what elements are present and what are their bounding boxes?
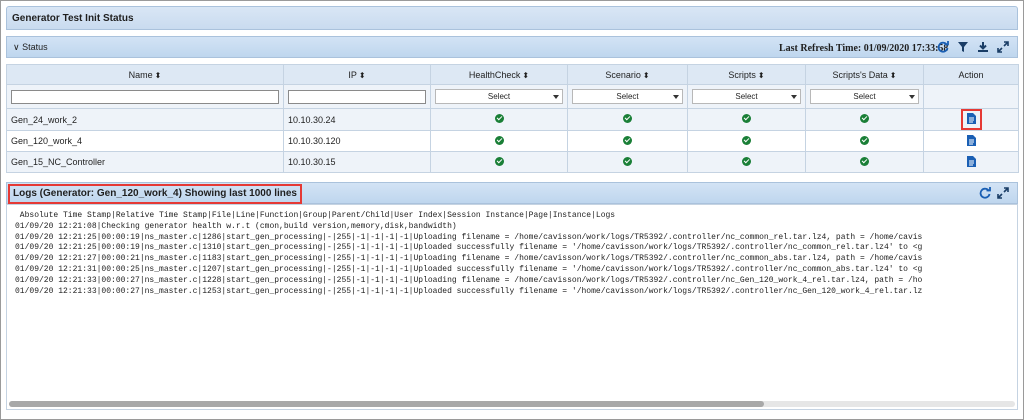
name-cell: Gen_15_NC_Controller	[6, 151, 284, 173]
name-filter-input[interactable]	[11, 89, 279, 104]
ip-cell: 10.10.30.15	[283, 151, 431, 173]
expand-icon[interactable]	[997, 187, 1009, 199]
status-toggle[interactable]: ∨ Status	[13, 42, 48, 53]
ip-cell: 10.10.30.120	[283, 130, 431, 152]
log-line: Absolute Time Stamp|Relative Time Stamp|…	[19, 211, 616, 220]
name-cell: Gen_24_work_2	[6, 108, 284, 131]
sort-icon: ⬍	[154, 70, 162, 80]
log-line: 01/09/20 12:21:33|00:00:27|ns_master.c|1…	[15, 286, 923, 296]
name-cell: Gen_120_work_4	[6, 130, 284, 152]
table-row[interactable]: Gen_120_work_4 10.10.30.120	[6, 130, 1019, 152]
status-panel-header[interactable]: ∨ Status Last Refresh Time: 01/09/2020 1…	[6, 36, 1018, 58]
check-circle-icon	[623, 114, 632, 123]
log-line: 01/09/20 12:21:25|00:00:19|ns_master.c|1…	[15, 232, 923, 242]
check-circle-icon	[742, 114, 751, 123]
col-header-scripts[interactable]: Scripts ⬍	[687, 64, 806, 85]
horizontal-scrollbar[interactable]	[9, 401, 1015, 407]
check-circle-icon	[860, 114, 869, 123]
col-header-scripts-data[interactable]: Scripts's Data ⬍	[805, 64, 924, 85]
sort-icon: ⬍	[522, 70, 530, 80]
log-line: 01/09/20 12:21:31|00:00:25|ns_master.c|1…	[15, 264, 923, 274]
document-icon	[966, 134, 976, 146]
col-header-action: Action	[923, 64, 1019, 85]
log-line: 01/09/20 12:21:27|00:00:21|ns_master.c|1…	[15, 254, 923, 264]
scripts-filter-select[interactable]: Select	[692, 89, 801, 104]
sort-icon: ⬍	[757, 70, 765, 80]
caret-down-icon	[673, 95, 679, 99]
check-circle-icon	[623, 156, 632, 166]
refresh-icon[interactable]	[979, 187, 991, 199]
logs-content[interactable]: Absolute Time Stamp|Relative Time Stamp|…	[6, 204, 1018, 410]
refresh-icon[interactable]	[937, 41, 949, 53]
download-icon[interactable]	[977, 41, 989, 53]
ip-cell: 10.10.30.24	[283, 108, 431, 131]
log-text: Absolute Time Stamp|Relative Time Stamp|…	[7, 205, 1017, 297]
check-circle-icon	[494, 156, 504, 166]
view-logs-button[interactable]	[963, 133, 980, 150]
sort-icon: ⬍	[642, 70, 650, 80]
col-header-name[interactable]: Name ⬍	[6, 64, 284, 85]
caret-down-icon	[553, 95, 559, 99]
last-refresh-time: Last Refresh Time: 01/09/2020 17:33:58	[779, 43, 949, 54]
sort-icon: ⬍	[358, 70, 366, 80]
table-row[interactable]: Gen_15_NC_Controller 10.10.30.15	[6, 151, 1019, 173]
status-label: Status	[22, 42, 48, 52]
check-circle-icon	[494, 135, 504, 145]
caret-down-icon	[791, 95, 797, 99]
view-logs-button[interactable]	[960, 109, 982, 130]
healthcheck-filter-select[interactable]: Select	[435, 89, 563, 104]
caret-down-icon	[909, 95, 915, 99]
table-row[interactable]: Gen_24_work_2 10.10.30.24	[6, 108, 1019, 131]
check-circle-icon	[860, 135, 869, 145]
page-title: Generator Test Init Status	[6, 6, 1018, 30]
document-icon	[966, 155, 976, 167]
expand-icon[interactable]	[997, 41, 1009, 53]
check-circle-icon	[860, 156, 869, 166]
log-line: 01/09/20 12:21:25|00:00:19|ns_master.c|1…	[15, 243, 923, 253]
sort-icon: ⬍	[889, 70, 897, 80]
log-line: 01/09/20 12:21:08|Checking generator hea…	[15, 221, 457, 231]
generator-table: Name ⬍ IP ⬍ HealthCheck ⬍ Scenario ⬍ Scripts…	[6, 64, 1019, 173]
check-circle-icon	[742, 156, 751, 166]
chevron-down-icon: ∨	[13, 42, 20, 52]
check-circle-icon	[742, 135, 751, 145]
col-header-healthcheck[interactable]: HealthCheck ⬍	[430, 64, 568, 85]
logs-title: Logs (Generator: Gen_120_work_4) Showing…	[8, 184, 302, 204]
view-logs-button[interactable]	[963, 154, 980, 171]
document-icon	[966, 113, 976, 124]
filter-icon[interactable]	[957, 41, 969, 53]
check-circle-icon	[494, 114, 504, 123]
col-header-scenario[interactable]: Scenario ⬍	[567, 64, 688, 85]
log-line: 01/09/20 12:21:33|00:00:27|ns_master.c|1…	[15, 275, 923, 285]
scenario-filter-select[interactable]: Select	[572, 89, 683, 104]
scrollbar-thumb[interactable]	[9, 401, 764, 407]
col-header-ip[interactable]: IP ⬍	[283, 64, 431, 85]
ip-filter-input[interactable]	[288, 89, 426, 104]
logs-panel-header: Logs (Generator: Gen_120_work_4) Showing…	[6, 182, 1018, 204]
check-circle-icon	[623, 135, 632, 145]
scripts-data-filter-select[interactable]: Select	[810, 89, 919, 104]
